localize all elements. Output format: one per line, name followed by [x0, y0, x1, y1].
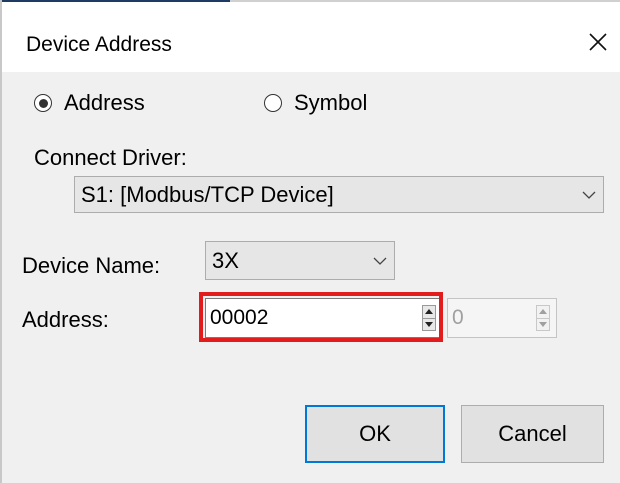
spin-down-icon [537, 319, 549, 331]
close-button[interactable] [578, 22, 618, 62]
connect-driver-label: Connect Driver: [34, 145, 187, 170]
address-field[interactable] [205, 298, 440, 338]
bit-field [447, 298, 557, 338]
device-name-value: 3X [212, 247, 239, 273]
address-label: Address: [22, 307, 109, 332]
radio-address-indicator[interactable] [34, 94, 52, 112]
spin-up-icon[interactable] [423, 306, 435, 319]
connect-driver-select[interactable]: S1: [Modbus/TCP Device] [74, 176, 604, 213]
chevron-down-icon [366, 257, 394, 265]
radio-symbol-indicator[interactable] [264, 94, 282, 112]
address-spinner[interactable] [422, 305, 436, 331]
cancel-button[interactable]: Cancel [461, 405, 604, 463]
radio-address-label: Address [64, 90, 145, 115]
ok-button[interactable]: OK [305, 405, 445, 463]
radio-symbol[interactable]: Symbol [264, 90, 367, 116]
spin-up-icon [537, 306, 549, 319]
chevron-down-icon [575, 191, 603, 199]
dialog-title: Device Address [26, 33, 172, 56]
bit-input [448, 299, 508, 337]
address-input[interactable] [206, 299, 396, 337]
title-bar: Device Address [2, 2, 620, 72]
connect-driver-value: S1: [Modbus/TCP Device] [81, 181, 334, 207]
spin-down-icon[interactable] [423, 319, 435, 331]
radio-symbol-label: Symbol [294, 90, 368, 115]
radio-address[interactable]: Address [34, 90, 145, 116]
device-name-label: Device Name: [22, 253, 161, 278]
device-name-select[interactable]: 3X [205, 241, 395, 280]
bit-spinner [536, 305, 550, 331]
close-icon [589, 33, 607, 51]
